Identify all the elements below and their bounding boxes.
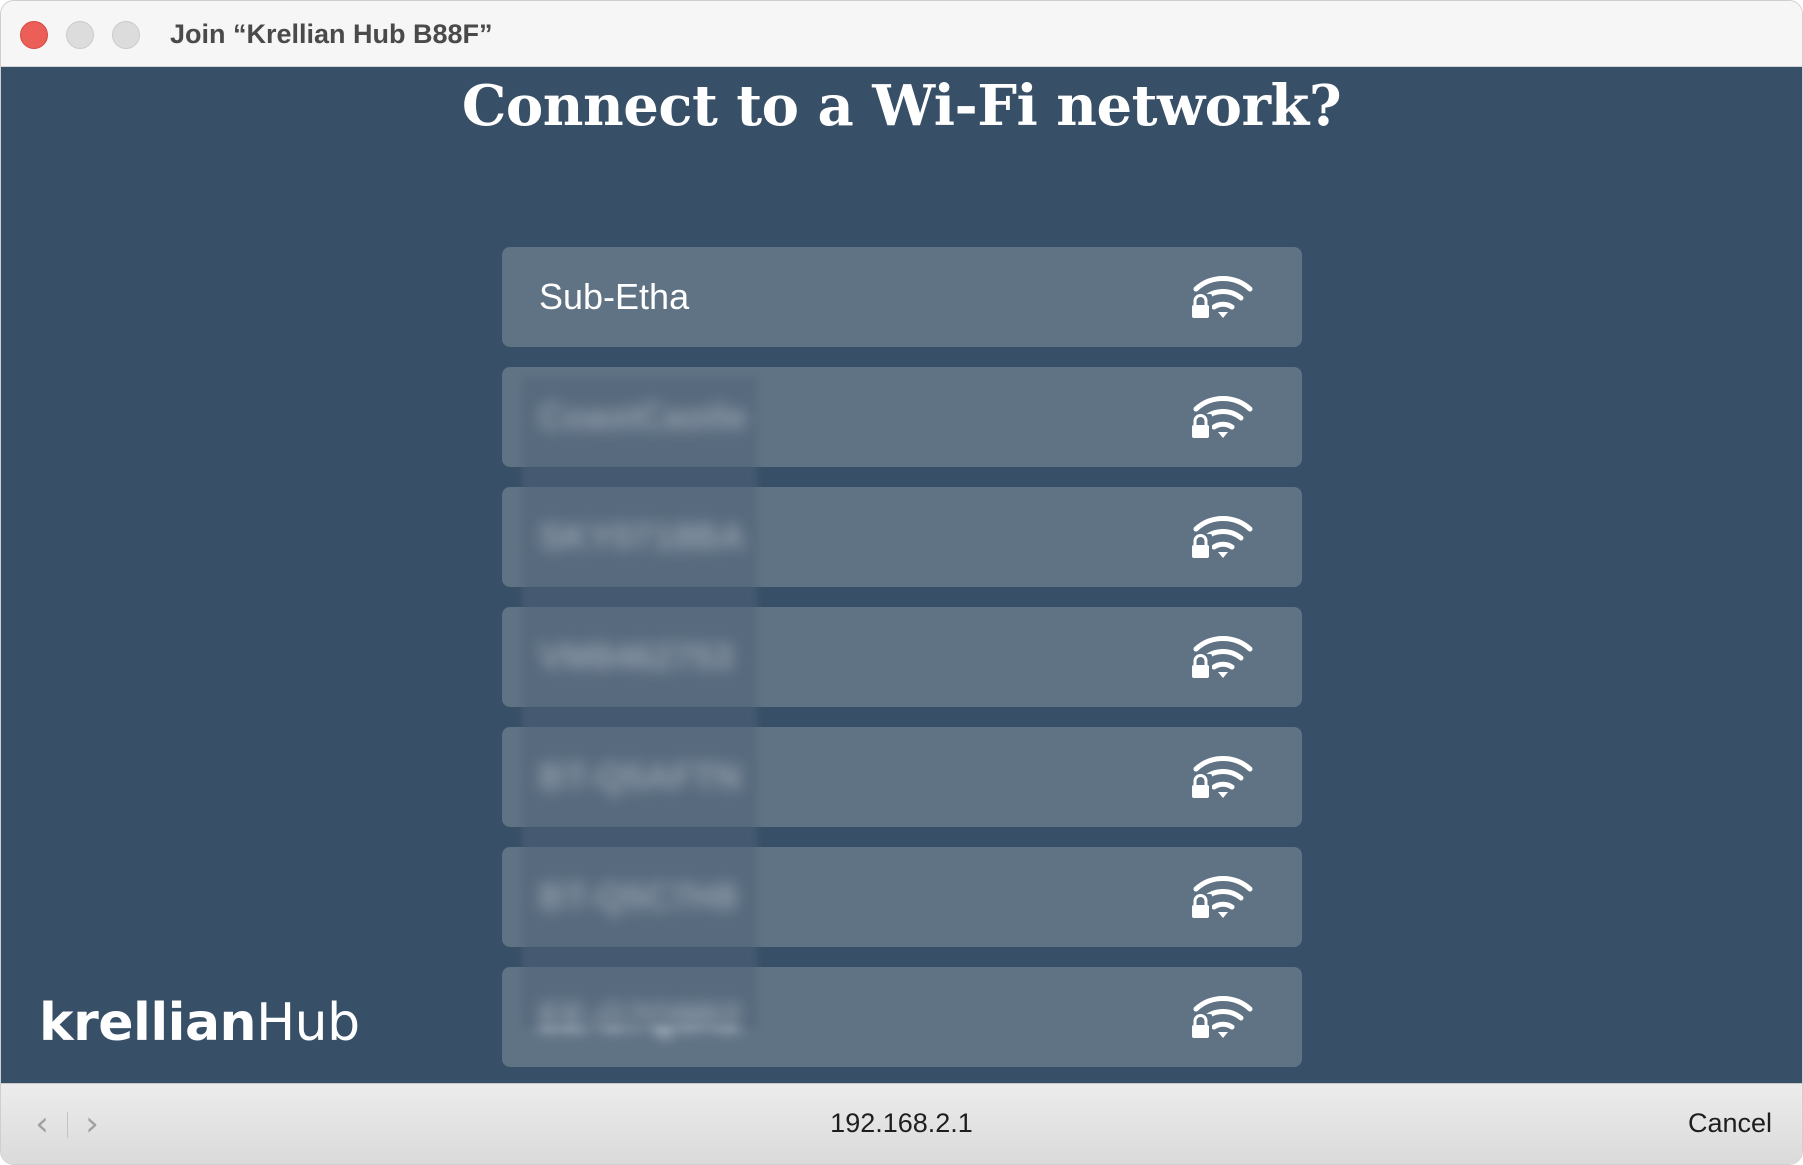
wifi-lock-icon — [1190, 512, 1256, 562]
cancel-button[interactable]: Cancel — [1688, 1108, 1772, 1139]
network-item[interactable]: EE-G7Q9R2 — [502, 967, 1302, 1067]
wifi-lock-icon — [1190, 752, 1256, 802]
network-name: EE-G7Q9R2 — [539, 996, 742, 1037]
network-name: CoastCastle — [539, 396, 748, 437]
address-label: 192.168.2.1 — [830, 1108, 973, 1138]
network-item[interactable]: CoastCastle — [502, 367, 1302, 467]
network-item[interactable]: BT-Q5C7H8 — [502, 847, 1302, 947]
page-heading: Connect to a Wi-Fi network? — [461, 73, 1342, 139]
network-item[interactable]: VM8462753 — [502, 607, 1302, 707]
wifi-lock-icon — [1190, 272, 1256, 322]
maximize-window-button[interactable] — [112, 21, 140, 49]
window-title: Join “Krellian Hub B88F” — [170, 19, 493, 49]
network-list: Sub-Etha CoastCastle SKY0718BA VM8462753… — [502, 247, 1302, 1083]
title-bar: Join “Krellian Hub B88F” — [1, 1, 1802, 67]
network-item[interactable]: BT-Q5AFTN — [502, 727, 1302, 827]
network-name: BT-Q5AFTN — [539, 756, 741, 797]
network-name: Sub-Etha — [539, 276, 690, 317]
network-item[interactable]: SKY0718BA — [502, 487, 1302, 587]
wifi-lock-icon — [1190, 392, 1256, 442]
wifi-lock-icon — [1190, 632, 1256, 682]
portal-content: Connect to a Wi-Fi network? Sub-Etha Coa… — [1, 67, 1802, 1083]
captive-portal-window: Join “Krellian Hub B88F” Connect to a Wi… — [0, 0, 1803, 1165]
network-name: BT-Q5C7H8 — [539, 876, 738, 917]
wifi-lock-icon — [1190, 992, 1256, 1042]
brand-name-part1: krellian — [39, 993, 257, 1053]
network-name: SKY0718BA — [539, 516, 746, 557]
network-name: VM8462753 — [539, 636, 734, 677]
wifi-lock-icon — [1190, 872, 1256, 922]
krellian-hub-logo: krellianHub — [39, 993, 360, 1053]
bottom-toolbar: ‹ › 192.168.2.1 Cancel — [1, 1083, 1802, 1164]
minimize-window-button[interactable] — [66, 21, 94, 49]
brand-name-part2: Hub — [256, 993, 360, 1053]
close-window-button[interactable] — [20, 21, 48, 49]
network-item[interactable]: Sub-Etha — [502, 247, 1302, 347]
